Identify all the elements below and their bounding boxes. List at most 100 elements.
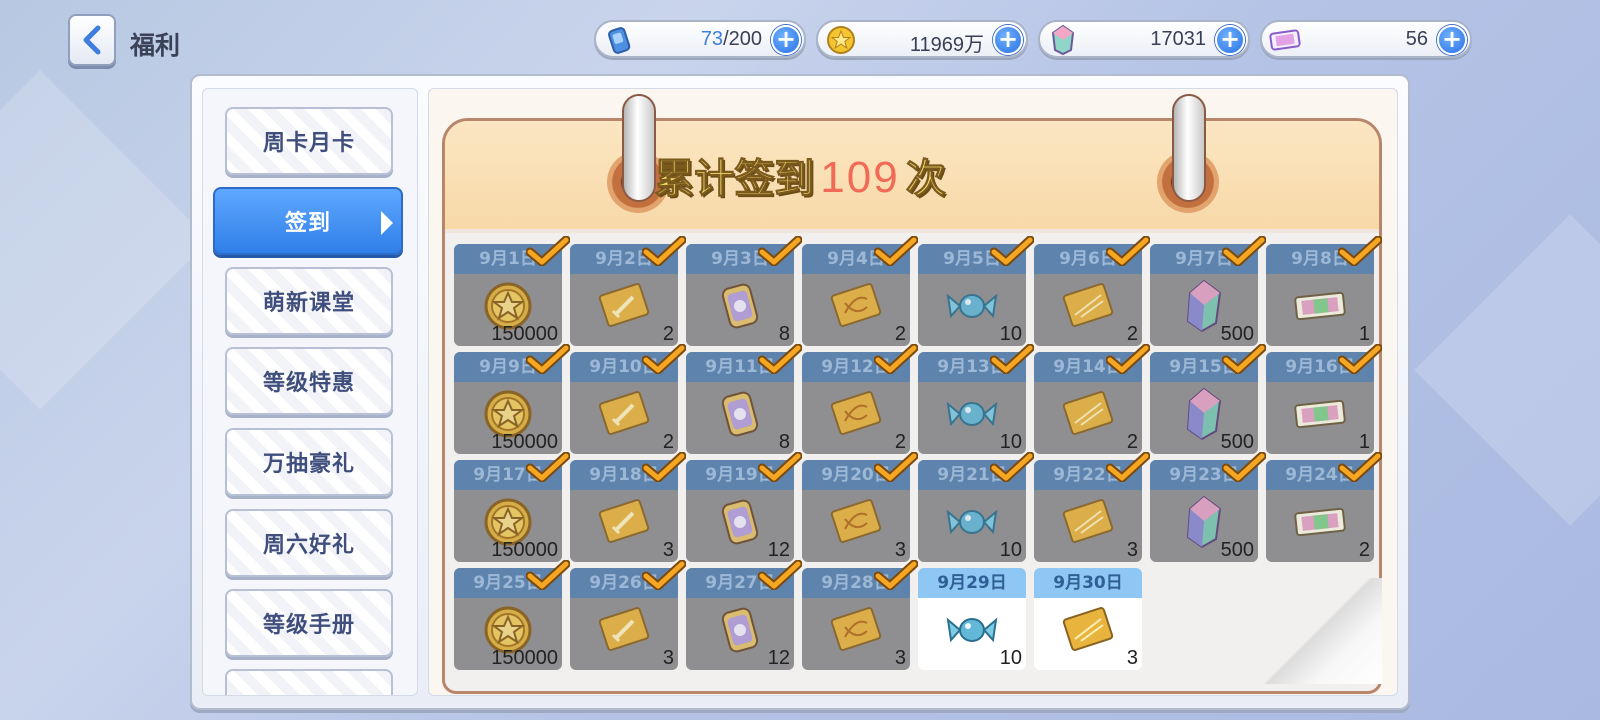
calendar-day-cell[interactable]: 9月1日 150000 — [454, 235, 571, 346]
page-title: 福利 — [130, 31, 181, 60]
reward-quantity: 12 — [767, 539, 790, 561]
calendar-day-cell[interactable]: 9月20日 3 — [802, 451, 919, 562]
purple-can-icon — [712, 496, 768, 548]
cumulative-sign-in-title: 累计签到 109 次 — [654, 153, 946, 203]
checkmark-icon — [873, 235, 919, 267]
calendar-day-cell[interactable]: 9月30日 3 — [1034, 568, 1142, 670]
sidebar-item-saturday-gift[interactable]: 周六好礼 — [225, 509, 393, 577]
checkmark-icon — [989, 451, 1035, 483]
checkmark-icon — [757, 451, 803, 483]
rainbow-ticket-icon — [1292, 280, 1348, 332]
reward-quantity: 2 — [894, 323, 906, 345]
calendar-day-cell[interactable]: 9月9日 150000 — [454, 343, 571, 454]
stamina-can-icon — [602, 25, 636, 55]
calendar-day-cell[interactable]: 9月19日 12 — [686, 451, 803, 562]
reward-quantity: 2 — [894, 431, 906, 453]
gold-card-dna-icon — [828, 496, 884, 548]
calendar-day-cell[interactable]: 9月5日 10 — [918, 235, 1035, 346]
calendar-day-cell[interactable]: 9月13日 10 — [918, 343, 1035, 454]
checkmark-icon — [641, 235, 687, 267]
resource-stamina: 73/200 + — [594, 20, 806, 58]
sidebar-item-level-deals[interactable]: 等级特惠 — [225, 347, 393, 415]
calendar-day-cell[interactable]: 9月27日 12 — [686, 559, 803, 670]
reward-quantity: 10 — [999, 323, 1022, 345]
blue-candy-icon — [944, 280, 1000, 332]
add-crystals-button[interactable]: + — [1215, 25, 1245, 55]
gold-card-shield-icon — [1060, 280, 1116, 332]
reward-quantity: 10 — [999, 539, 1022, 561]
checkmark-icon — [873, 343, 919, 375]
checkmark-icon — [1221, 451, 1267, 483]
calendar-day-cell[interactable]: 9月4日 2 — [802, 235, 919, 346]
sidebar-item-level-handbook[interactable]: 等级手册 — [225, 589, 393, 657]
purple-can-icon — [712, 280, 768, 332]
calendar-day-cell[interactable]: 9月17日 150000 — [454, 451, 571, 562]
checkmark-icon — [757, 343, 803, 375]
sidebar-item-newbie-class[interactable]: 萌新课堂 — [225, 267, 393, 335]
sidebar-item-partial[interactable] — [225, 669, 393, 695]
reward-quantity: 3 — [894, 539, 906, 561]
checkmark-icon — [525, 451, 571, 483]
reward-quantity: 8 — [778, 323, 790, 345]
checkmark-icon — [1221, 235, 1267, 267]
calendar-day-cell[interactable]: 9月23日 500 — [1150, 451, 1267, 562]
stamina-value: 73/200 — [700, 28, 762, 50]
checkmark-icon — [873, 451, 919, 483]
calendar-day-cell[interactable]: 9月26日 3 — [570, 559, 687, 670]
calendar-day-cell[interactable]: 9月25日 150000 — [454, 559, 571, 670]
resource-tickets: 56 + — [1260, 20, 1472, 58]
checkmark-icon — [1337, 451, 1383, 483]
calendar-day-cell[interactable]: 9月22日 3 — [1034, 451, 1151, 562]
calendar-day-cell[interactable]: 9月29日 10 — [918, 568, 1026, 670]
add-coins-button[interactable]: + — [993, 25, 1023, 55]
gold-card-shield-icon — [1060, 604, 1116, 656]
gold-card-sword-icon — [596, 280, 652, 332]
reward-quantity: 3 — [1126, 647, 1138, 669]
reward-quantity: 8 — [778, 431, 790, 453]
sidebar-item-mega-draw-gift[interactable]: 万抽豪礼 — [225, 428, 393, 496]
day-grid: 9月1日 150000 9月2日 2 9月3日 8 9月4日 2 9月5日 10 9月6日 2 9月7日… — [454, 235, 1383, 676]
calendar-day-cell[interactable]: 9月8日 1 — [1266, 235, 1383, 346]
calendar-day-cell[interactable]: 9月28日 3 — [802, 559, 919, 670]
reward-quantity: 10 — [999, 431, 1022, 453]
blue-candy-icon — [944, 388, 1000, 440]
tickets-value: 56 — [1405, 28, 1428, 50]
day-date-label: 9月29日 — [918, 568, 1026, 598]
calendar-day-cell[interactable]: 9月24日 2 — [1266, 451, 1383, 562]
gold-card-shield-icon — [1060, 496, 1116, 548]
reward-quantity: 1 — [1358, 431, 1370, 453]
reward-quantity: 12 — [767, 647, 790, 669]
calendar-day-cell[interactable]: 9月6日 2 — [1034, 235, 1151, 346]
gold-card-dna-icon — [828, 280, 884, 332]
add-stamina-button[interactable]: + — [771, 25, 801, 55]
calendar-day-cell[interactable]: 9月3日 8 — [686, 235, 803, 346]
checkmark-icon — [1221, 343, 1267, 375]
background-decoration — [0, 70, 210, 410]
gold-card-shield-icon — [1060, 388, 1116, 440]
page-curl — [1258, 578, 1382, 684]
back-button[interactable] — [68, 14, 116, 66]
reward-quantity: 3 — [662, 647, 674, 669]
calendar-day-cell[interactable]: 9月11日 8 — [686, 343, 803, 454]
calendar-day-cell[interactable]: 9月7日 500 — [1150, 235, 1267, 346]
checkmark-icon — [1337, 235, 1383, 267]
calendar-day-cell[interactable]: 9月2日 2 — [570, 235, 687, 346]
reward-quantity: 10 — [999, 647, 1022, 669]
gold-card-sword-icon — [596, 388, 652, 440]
calendar-day-cell[interactable]: 9月14日 2 — [1034, 343, 1151, 454]
calendar-day-cell[interactable]: 9月21日 10 — [918, 451, 1035, 562]
add-tickets-button[interactable]: + — [1437, 25, 1467, 55]
rainbow-ticket-icon — [1292, 388, 1348, 440]
calendar-day-cell[interactable]: 9月10日 2 — [570, 343, 687, 454]
checkmark-icon — [641, 559, 687, 591]
background-decoration — [1414, 214, 1600, 526]
calendar-day-cell[interactable]: 9月15日 500 — [1150, 343, 1267, 454]
calendar-day-cell[interactable]: 9月16日 1 — [1266, 343, 1383, 454]
blue-candy-icon — [944, 496, 1000, 548]
checkmark-icon — [989, 235, 1035, 267]
reward-quantity: 2 — [1358, 539, 1370, 561]
gold-card-dna-icon — [828, 388, 884, 440]
calendar-day-cell[interactable]: 9月12日 2 — [802, 343, 919, 454]
calendar-day-cell[interactable]: 9月18日 3 — [570, 451, 687, 562]
reward-quantity: 2 — [1126, 323, 1138, 345]
